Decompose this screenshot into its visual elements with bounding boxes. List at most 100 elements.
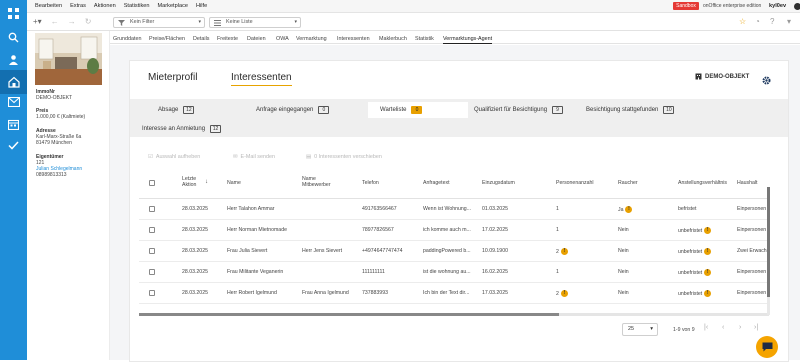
star-icon[interactable]: ☆ [739, 17, 746, 26]
table-row[interactable]: 28.03.2025 Herr Robert Igelmund Frau Anna … [139, 283, 769, 304]
clock-icon[interactable]: ◔ [755, 17, 760, 26]
row-checkbox[interactable] [149, 248, 155, 254]
col-name-mitbewerber[interactable]: Name Mitbewerber [302, 176, 334, 188]
gear-icon[interactable] [762, 72, 771, 90]
search-icon[interactable] [6, 30, 21, 45]
avatar[interactable] [794, 3, 800, 10]
price-value: 1.000,00 € (Kaltmiete) [36, 114, 86, 120]
warning-dot-icon[interactable]: ! [625, 206, 633, 213]
dropdown-icon[interactable]: ▾ [787, 17, 791, 26]
list-icon [214, 20, 221, 30]
deselect-button[interactable]: ☑ Auswahl aufheben [148, 154, 200, 160]
history-icon[interactable]: ↻ [85, 17, 92, 26]
row-checkbox[interactable] [149, 227, 155, 233]
subtab-mieterprofil[interactable]: Mieterprofil [148, 72, 197, 85]
move-interested-button[interactable]: ▤ 0 Interessenten verschieben [306, 154, 382, 160]
cell-anstellung: unbefristet! [678, 248, 712, 255]
top-menu-bar: Bearbeiten Extras Aktionen Statistiken M… [27, 0, 800, 13]
warning-dot-icon[interactable]: ! [704, 248, 712, 255]
col-personenanzahl[interactable]: Personenanzahl [556, 180, 594, 186]
stage-absage[interactable]: Absage 12 [146, 102, 246, 118]
row-checkbox[interactable] [149, 290, 155, 296]
col-name[interactable]: Name [227, 180, 241, 186]
select-all-checkbox[interactable] [149, 180, 155, 186]
col-telefon[interactable]: Telefon [362, 180, 379, 186]
chat-button[interactable] [756, 336, 778, 358]
tab-vermarktungs-agent[interactable]: Vermarktungs-Agent [443, 36, 493, 44]
table-row[interactable]: 28.03.2025 Frau Julia Sievert Herr Jens Si… [139, 241, 769, 262]
vertical-scrollbar[interactable] [767, 187, 770, 315]
col-anstellung[interactable]: Anstellungsverhältnis [678, 180, 727, 186]
stage-qualifiziert[interactable]: Qualifiziert für Besichtigung 9 [462, 102, 578, 118]
table-row[interactable]: 28.03.2025 Frau Militante Veganerin 111111… [139, 262, 769, 283]
warning-dot-icon[interactable]: ! [560, 290, 568, 297]
stage-warteliste[interactable]: Warteliste 0 [368, 102, 468, 118]
horizontal-scrollbar[interactable] [139, 313, 769, 316]
next-page-icon[interactable]: › [739, 324, 741, 331]
stage-interesse-anmietung[interactable]: Interesse an Anmietung 12 [130, 121, 240, 137]
tab-statistik[interactable]: Statistik [415, 36, 434, 42]
row-checkbox[interactable] [149, 269, 155, 275]
subtab-interessenten[interactable]: Interessenten [231, 72, 292, 86]
filter-value: Kein Filter [130, 19, 155, 25]
col-raucher[interactable]: Raucher [618, 180, 638, 186]
check-icon[interactable] [6, 138, 21, 153]
add-icon[interactable]: +▾ [33, 17, 42, 26]
filter-select[interactable]: Kein Filter ▾ [113, 17, 205, 28]
tab-interessenten[interactable]: Interessenten [337, 36, 370, 42]
cell-name: Frau Militante Veganerin [227, 269, 284, 275]
sort-arrow-icon[interactable]: ↓ [205, 179, 208, 185]
home-icon[interactable] [0, 70, 27, 94]
table-row[interactable]: 28.03.2025 Herr Norman Mietnomade 78977826… [139, 220, 769, 241]
edition-label: onOffice enterprise edition [703, 3, 762, 9]
menu-item-bearbeiten[interactable]: Bearbeiten [35, 3, 62, 9]
menu-item-extras[interactable]: Extras [70, 3, 86, 9]
help-icon[interactable]: ? [770, 17, 774, 26]
grid-menu-icon[interactable] [6, 6, 21, 21]
forward-arrow-icon[interactable]: → [68, 17, 76, 26]
cell-telefon: 111111111 [362, 269, 385, 275]
col-haushalt[interactable]: Haushalt [737, 180, 757, 186]
warning-dot-icon[interactable]: ! [704, 290, 712, 297]
per-page-select[interactable]: 25 ▾ [622, 323, 658, 336]
first-page-icon[interactable]: |‹ [704, 324, 708, 331]
last-page-icon[interactable]: ›| [754, 324, 758, 331]
back-arrow-icon[interactable]: ← [51, 17, 59, 26]
send-email-button[interactable]: ✉ E-Mail senden [233, 154, 275, 160]
cell-name: Herr Robert Igelmund [227, 290, 277, 296]
tab-dateien[interactable]: Dateien [247, 36, 266, 42]
tab-owa[interactable]: OWA [276, 36, 289, 42]
tab-preise-flaechen[interactable]: Preise/Flächen [149, 36, 185, 42]
menu-item-marketplace[interactable]: Marketplace [158, 3, 188, 9]
menu-item-hilfe[interactable]: Hilfe [196, 3, 207, 9]
tab-freitexte[interactable]: Freitexte [217, 36, 238, 42]
tab-maklerbuch[interactable]: Maklerbuch [379, 36, 407, 42]
scroll-thumb[interactable] [139, 313, 559, 316]
chevron-down-icon: ▾ [198, 19, 201, 25]
stage-anfrage-eingegangen[interactable]: Anfrage eingegangen 0 [244, 102, 362, 118]
table-row[interactable]: 28.03.2025 Herr Talahon Ammar 491763566467… [139, 199, 769, 220]
calendar-icon[interactable] [6, 117, 21, 132]
object-reference[interactable]: DEMO-OBJEKT [695, 73, 749, 80]
stage-besichtigung[interactable]: Besichtigung stattgefunden 10 [574, 102, 694, 118]
scroll-thumb[interactable] [767, 187, 770, 297]
col-anfragetext[interactable]: Anfragetext [423, 180, 450, 186]
list-value: Keine Liste [226, 19, 253, 25]
main-content: Mieterprofil Interessenten DEMO-OBJEKT A… [110, 45, 800, 362]
menu-item-statistiken[interactable]: Statistiken [124, 3, 150, 9]
user-name[interactable]: kyl0ev [769, 3, 786, 9]
list-select[interactable]: Keine Liste ▾ [209, 17, 301, 28]
col-einzugsdatum[interactable]: Einzugsdatum [482, 180, 515, 186]
contacts-icon[interactable] [6, 52, 21, 67]
tab-grunddaten[interactable]: Grunddaten [113, 36, 141, 42]
warning-dot-icon[interactable]: ! [704, 269, 712, 276]
warning-dot-icon[interactable]: ! [704, 227, 712, 234]
menu-item-aktionen[interactable]: Aktionen [94, 3, 116, 9]
mail-icon[interactable] [6, 94, 21, 109]
checkbox-icon: ☑ [148, 154, 153, 160]
warning-dot-icon[interactable]: ! [560, 248, 568, 255]
row-checkbox[interactable] [149, 206, 155, 212]
prev-page-icon[interactable]: ‹ [722, 324, 724, 331]
tab-vermarktung[interactable]: Vermarktung [296, 36, 327, 42]
tab-details[interactable]: Details [193, 36, 209, 42]
